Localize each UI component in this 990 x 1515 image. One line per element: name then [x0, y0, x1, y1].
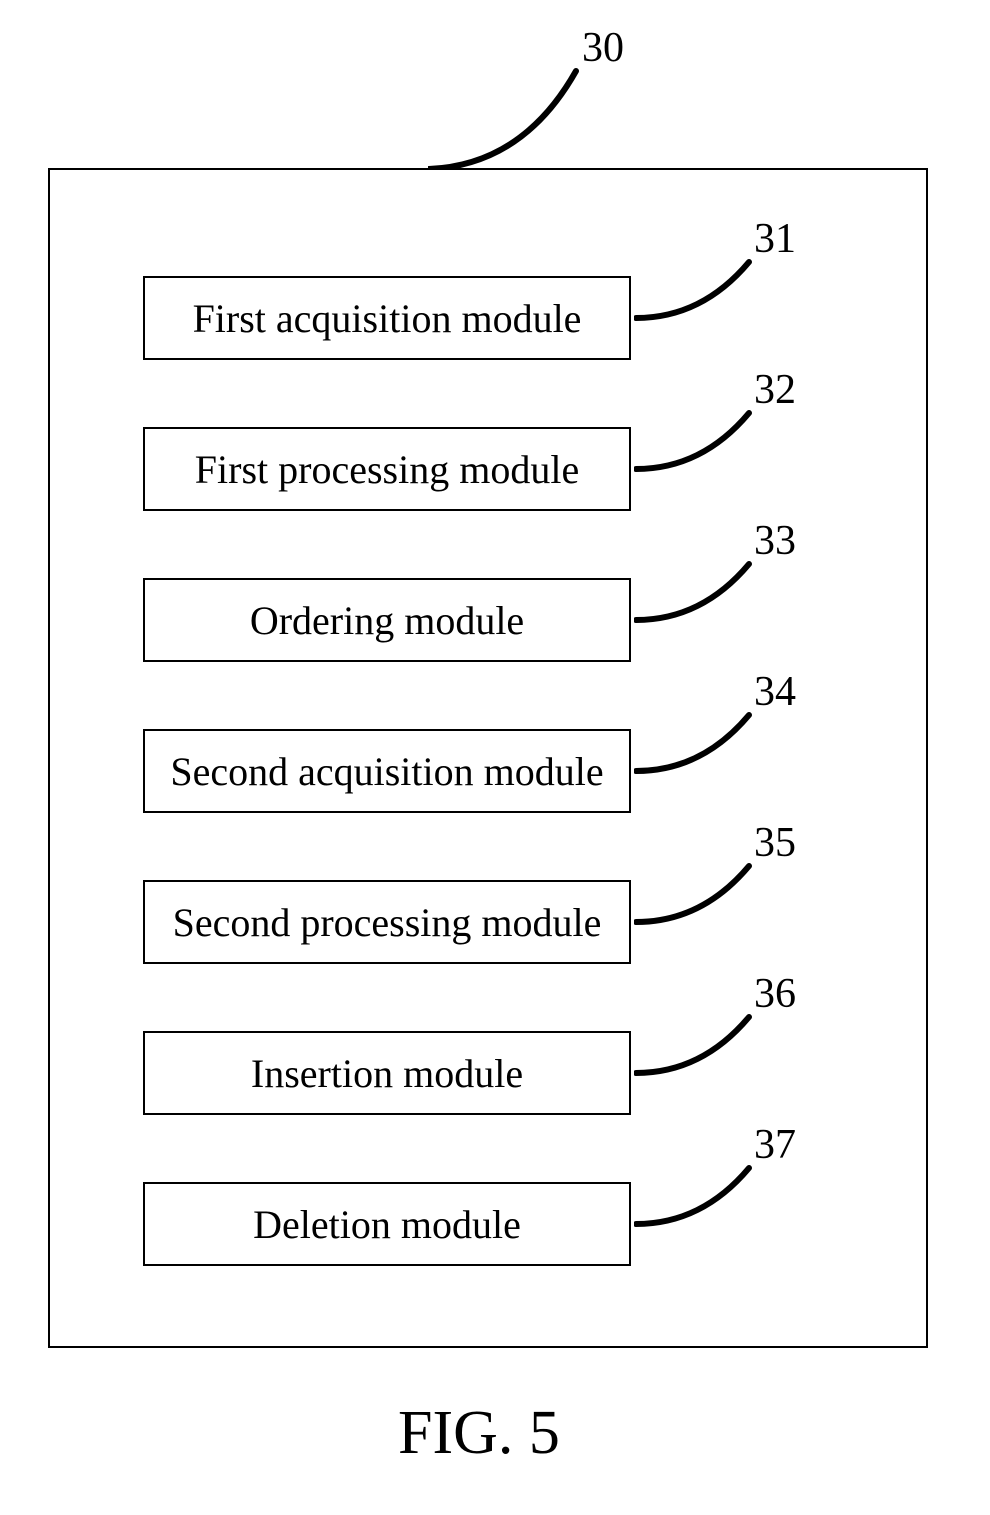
module-ref-31: 31: [754, 215, 796, 263]
lead-line-36: [634, 1013, 754, 1088]
module-box-deletion: Deletion module: [143, 1182, 631, 1266]
module-label: Insertion module: [251, 1050, 523, 1097]
lead-line-33: [634, 560, 754, 635]
module-ref-35: 35: [754, 819, 796, 867]
module-box-first-processing: First processing module: [143, 427, 631, 511]
module-box-second-processing: Second processing module: [143, 880, 631, 964]
module-label: First acquisition module: [193, 295, 582, 342]
lead-line-35: [634, 862, 754, 937]
lead-line-32: [634, 409, 754, 484]
lead-line-container: [428, 67, 583, 172]
module-label: Ordering module: [250, 597, 524, 644]
module-label: Deletion module: [253, 1201, 521, 1248]
figure-label: FIG. 5: [398, 1398, 560, 1469]
module-box-first-acquisition: First acquisition module: [143, 276, 631, 360]
module-label: First processing module: [195, 446, 579, 493]
module-box-second-acquisition: Second acquisition module: [143, 729, 631, 813]
module-ref-36: 36: [754, 970, 796, 1018]
module-ref-34: 34: [754, 668, 796, 716]
module-box-insertion: Insertion module: [143, 1031, 631, 1115]
module-ref-33: 33: [754, 517, 796, 565]
lead-line-31: [634, 258, 754, 333]
lead-line-34: [634, 711, 754, 786]
module-box-ordering: Ordering module: [143, 578, 631, 662]
module-label: Second processing module: [173, 899, 602, 946]
module-ref-37: 37: [754, 1121, 796, 1169]
module-label: Second acquisition module: [170, 748, 603, 795]
container-ref-label: 30: [582, 24, 624, 72]
lead-line-37: [634, 1164, 754, 1239]
module-ref-32: 32: [754, 366, 796, 414]
